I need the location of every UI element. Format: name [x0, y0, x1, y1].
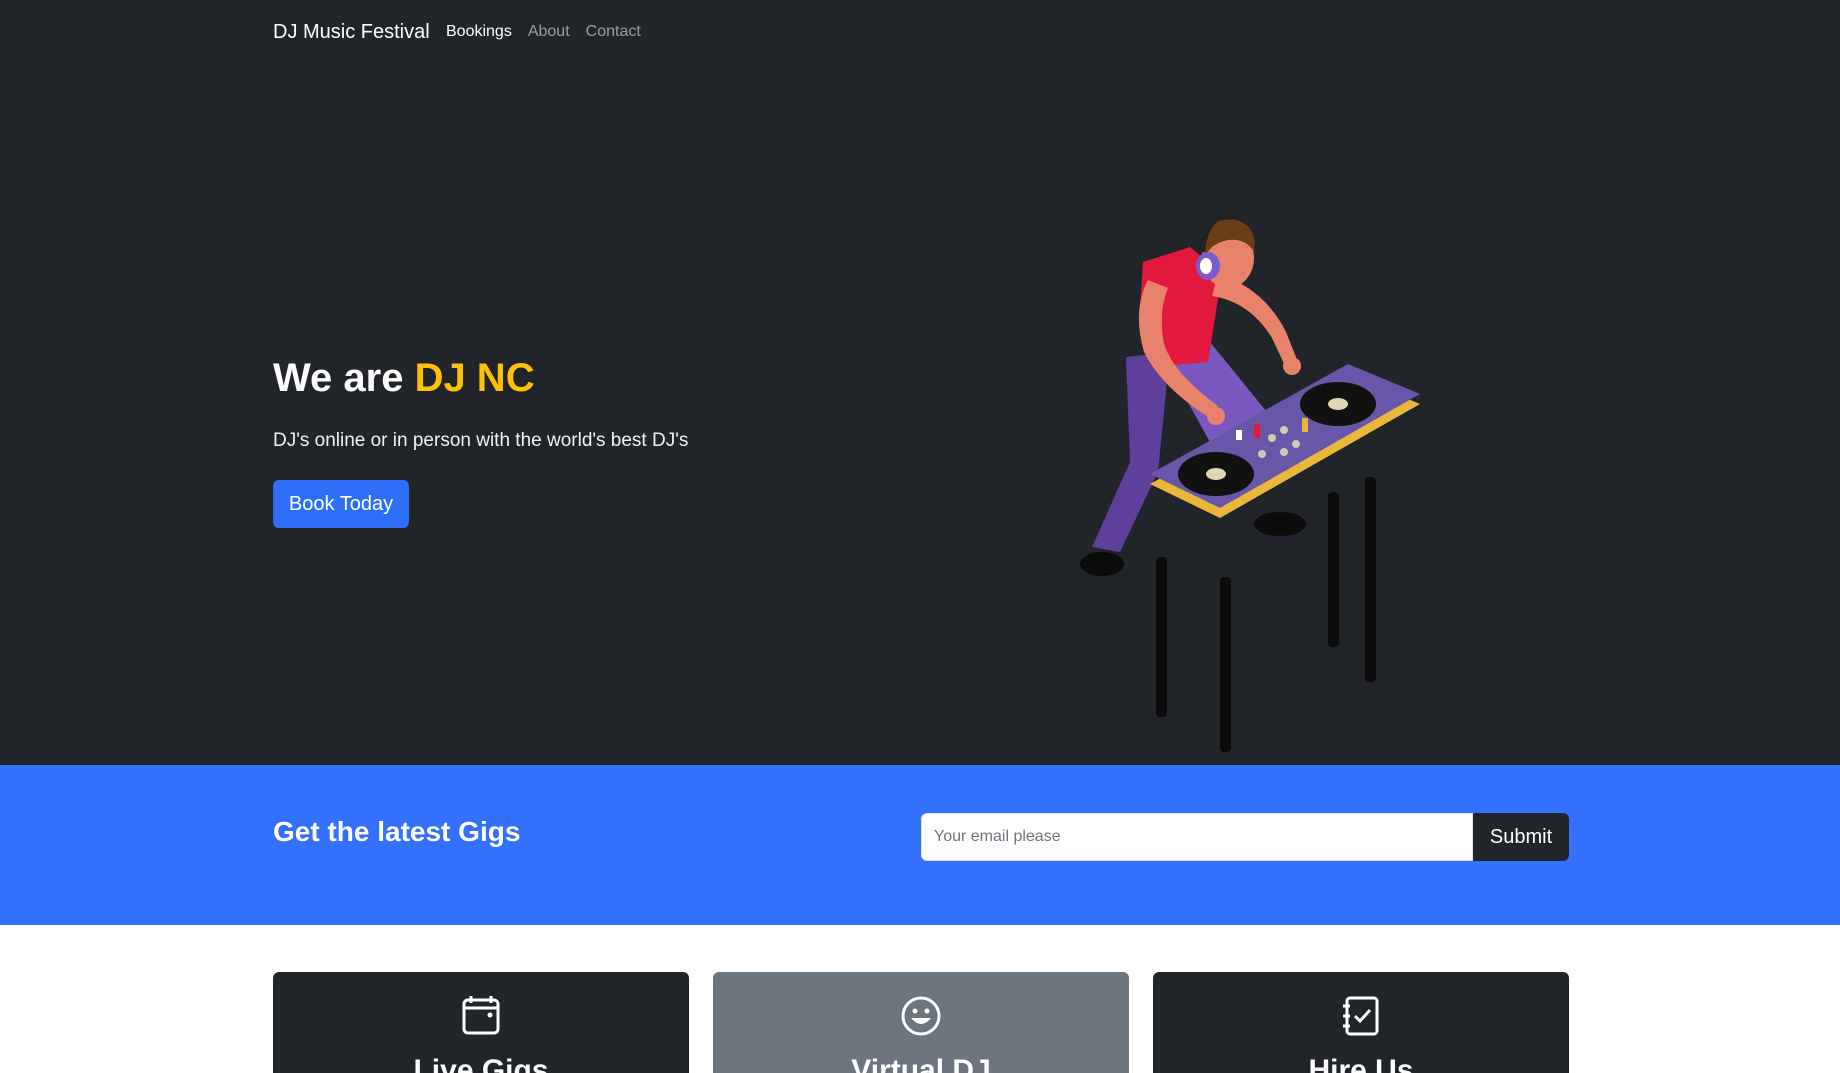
email-input[interactable]	[921, 813, 1473, 861]
newsletter-title: Get the latest Gigs	[273, 816, 521, 847]
dj-illustration	[1080, 210, 1420, 752]
hero-subtitle: DJ's online or in person with the world'…	[273, 430, 689, 451]
nav-link-about[interactable]: About	[528, 23, 570, 41]
card-virtual-dj: Virtual DJ	[713, 972, 1129, 1073]
smile-icon	[901, 996, 941, 1036]
navbar: DJ Music Festival Bookings About Contact	[0, 0, 1840, 68]
card-title: Live Gigs	[413, 1054, 549, 1073]
nav-link-bookings[interactable]: Bookings	[446, 23, 512, 41]
card-live-gigs: Live Gigs	[273, 972, 689, 1073]
hero-title-prefix: We are	[273, 356, 415, 400]
card-title: Virtual DJ	[851, 1054, 991, 1073]
nav-links: Bookings About Contact	[446, 23, 641, 41]
hero-title: We are DJ NC	[273, 356, 535, 401]
brand-link[interactable]: DJ Music Festival	[273, 21, 430, 44]
nav-link-contact[interactable]: Contact	[586, 23, 641, 41]
submit-button[interactable]: Submit	[1473, 813, 1569, 861]
book-today-button[interactable]: Book Today	[273, 480, 409, 528]
checklist-icon	[1343, 996, 1379, 1036]
hero-section: We are DJ NC DJ's online or in person wi…	[0, 68, 1840, 765]
card-hire-us: Hire Us	[1153, 972, 1569, 1073]
feature-cards: Live Gigs Virtual DJ Hire Us	[273, 972, 1569, 1073]
hero-title-accent: DJ NC	[414, 356, 535, 400]
newsletter-section: Get the latest Gigs Submit	[0, 765, 1840, 925]
calendar-icon	[462, 996, 500, 1035]
card-title: Hire Us	[1308, 1054, 1414, 1073]
